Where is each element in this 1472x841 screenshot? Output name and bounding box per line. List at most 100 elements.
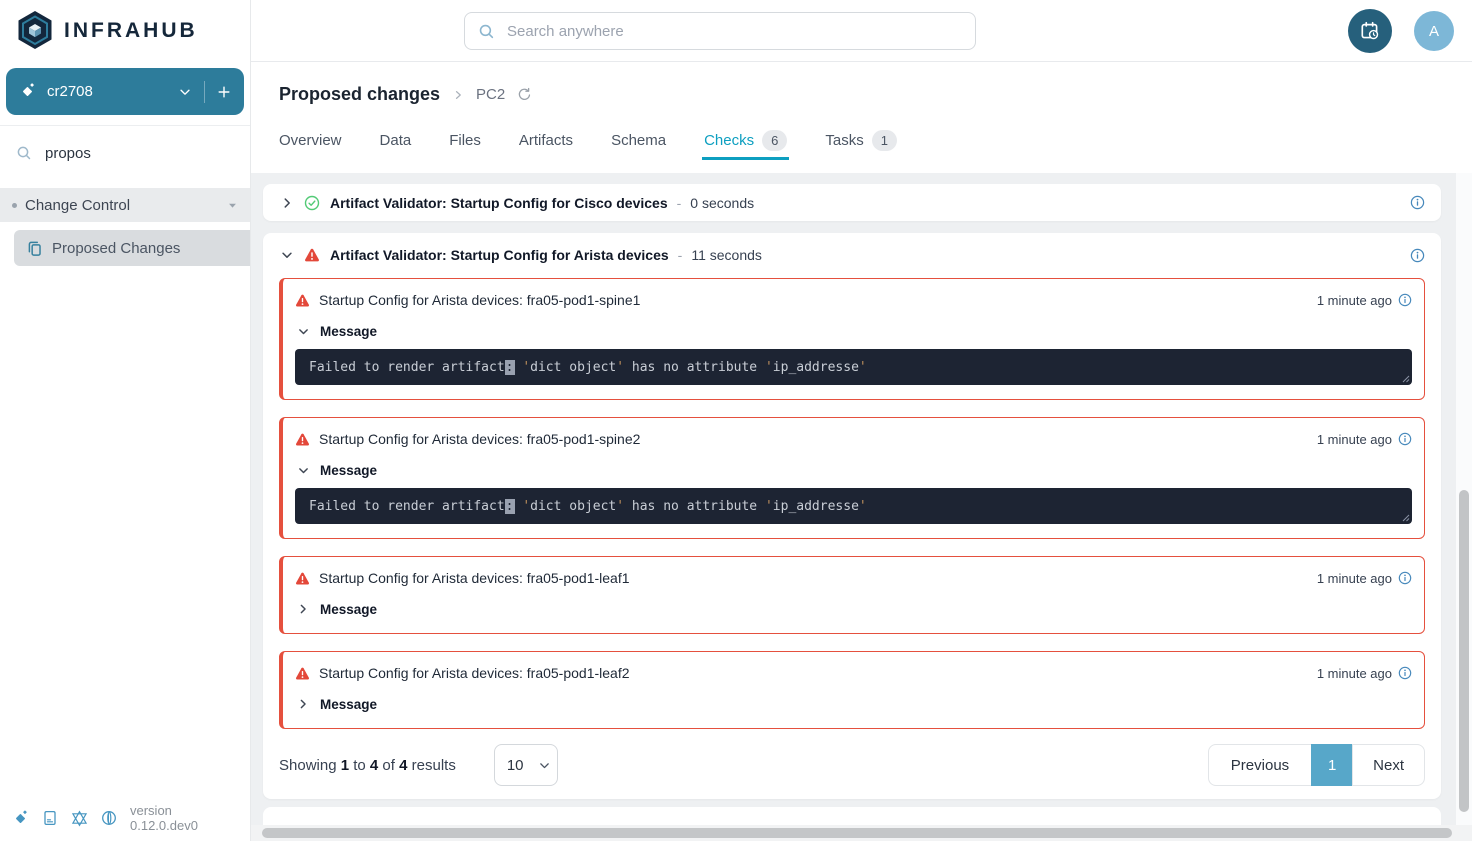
info-icon[interactable]: [1410, 195, 1425, 210]
sidebar: INFRAHUB cr2708: [0, 0, 251, 841]
message-toggle[interactable]: Message: [295, 460, 1412, 480]
message-toggle[interactable]: Message: [295, 694, 1412, 714]
check-title-row: Startup Config for Arista devices: fra05…: [295, 662, 1412, 684]
vertical-scrollbar[interactable]: [1456, 173, 1472, 825]
schedule-button[interactable]: [1348, 9, 1392, 53]
sidebar-item-proposed-changes[interactable]: Proposed Changes: [14, 230, 250, 266]
page-head: Proposed changes PC2 Overview Data Files…: [251, 62, 1472, 173]
validator-title: Artifact Validator: Startup Config for A…: [330, 247, 669, 263]
validator-row-arista[interactable]: Artifact Validator: Startup Config for A…: [279, 240, 1425, 270]
chevron-icon[interactable]: [295, 325, 311, 338]
previous-page-button[interactable]: Previous: [1208, 744, 1312, 786]
branch-diamond-icon[interactable]: [12, 810, 29, 827]
resize-grip-icon[interactable]: [1401, 513, 1410, 522]
check-time-wrap: 1 minute ago: [1317, 666, 1412, 681]
topbar: A: [251, 0, 1472, 62]
global-search[interactable]: [464, 12, 976, 50]
page-size-select[interactable]: 10: [494, 744, 558, 786]
tab-bar: Overview Data Files Artifacts Schema Che…: [279, 120, 897, 160]
tab-artifacts[interactable]: Artifacts: [519, 120, 573, 160]
docs-icon[interactable]: [42, 810, 58, 826]
graphql-icon[interactable]: [71, 810, 88, 827]
check-list: Startup Config for Arista devices: fra05…: [279, 278, 1425, 729]
sidebar-group-change-control[interactable]: Change Control: [0, 188, 250, 222]
check-title-row: Startup Config for Arista devices: fra05…: [295, 428, 1412, 450]
message-toggle[interactable]: Message: [295, 321, 1412, 341]
message-toggle-label: Message: [320, 697, 377, 712]
horizontal-scrollbar-thumb[interactable]: [262, 828, 1452, 838]
info-icon[interactable]: [1398, 666, 1412, 680]
check-time: 1 minute ago: [1317, 666, 1392, 681]
chevron-icon[interactable]: [297, 601, 310, 617]
tab-files[interactable]: Files: [449, 120, 481, 160]
global-search-input[interactable]: [505, 22, 962, 41]
message-toggle[interactable]: Message: [295, 599, 1412, 619]
breadcrumb-current: PC2: [476, 86, 505, 103]
search-icon: [478, 23, 495, 40]
checks-content: Artifact Validator: Startup Config for C…: [251, 173, 1456, 825]
check-message-block[interactable]: Failed to render artifact: 'dict object'…: [295, 349, 1412, 385]
active-tab-underline: [702, 157, 789, 160]
sidebar-search-input[interactable]: [43, 144, 246, 163]
chevron-right-icon[interactable]: [280, 195, 294, 211]
validator-row-cisco[interactable]: Artifact Validator: Startup Config for C…: [263, 184, 1441, 221]
chevron-down-icon[interactable]: [279, 248, 295, 262]
check-card: Startup Config for Arista devices: fra05…: [279, 278, 1425, 400]
breadcrumb: Proposed changes PC2: [251, 62, 1472, 105]
user-avatar[interactable]: A: [1414, 11, 1454, 51]
info-icon[interactable]: [1410, 248, 1425, 263]
chevron-down-icon: [227, 200, 238, 211]
message-toggle-label: Message: [320, 463, 377, 478]
pagination-buttons: Previous 1 Next: [1208, 744, 1425, 786]
check-message-block[interactable]: Failed to render artifact: 'dict object'…: [295, 488, 1412, 524]
tab-data[interactable]: Data: [380, 120, 412, 160]
proposed-changes-icon: [26, 240, 43, 257]
tab-checks[interactable]: Checks 6: [704, 120, 787, 160]
add-branch-button[interactable]: [217, 85, 231, 99]
tab-overview[interactable]: Overview: [279, 120, 342, 160]
tab-tasks[interactable]: Tasks 1: [825, 120, 897, 160]
pagination: Showing 1 to 4 of 4 results 10 Previous …: [279, 743, 1425, 787]
sidebar-group-label: Change Control: [25, 197, 130, 214]
check-time-wrap: 1 minute ago: [1317, 293, 1412, 308]
chevron-icon[interactable]: [295, 464, 311, 477]
version-label: version 0.12.0.dev0: [130, 803, 240, 833]
tab-label: Tasks: [825, 132, 863, 149]
tab-label: Artifacts: [519, 132, 573, 149]
validator-title: Artifact Validator: Startup Config for C…: [330, 195, 668, 211]
check-time-wrap: 1 minute ago: [1317, 432, 1412, 447]
refresh-icon[interactable]: [517, 87, 532, 102]
avatar-initial: A: [1429, 23, 1439, 40]
bullet-icon: [12, 203, 17, 208]
next-page-button[interactable]: Next: [1352, 744, 1425, 786]
current-page-button[interactable]: 1: [1311, 744, 1353, 786]
separator: -: [677, 195, 682, 211]
tab-label: Checks: [704, 132, 754, 149]
horizontal-scrollbar[interactable]: [251, 825, 1472, 841]
error-warning-icon: [295, 571, 310, 586]
chevron-right-icon: [452, 89, 464, 101]
info-icon[interactable]: [1398, 293, 1412, 307]
validator-container-arista: Artifact Validator: Startup Config for A…: [263, 233, 1441, 799]
error-warning-icon: [295, 432, 310, 447]
chevron-icon[interactable]: [297, 696, 310, 712]
error-warning-icon: [304, 247, 320, 263]
tab-label: Overview: [279, 132, 342, 149]
info-icon[interactable]: [1398, 432, 1412, 446]
info-icon[interactable]: [1398, 571, 1412, 585]
calendar-clock-icon: [1359, 20, 1381, 42]
check-time-wrap: 1 minute ago: [1317, 571, 1412, 586]
page-title[interactable]: Proposed changes: [279, 84, 440, 105]
resize-grip-icon[interactable]: [1401, 374, 1410, 383]
tab-label: Data: [380, 132, 412, 149]
branch-icon: [19, 83, 36, 100]
app-window: INFRAHUB cr2708: [0, 0, 1472, 841]
tab-schema[interactable]: Schema: [611, 120, 666, 160]
branch-selector-button[interactable]: cr2708: [6, 68, 244, 115]
message-toggle-label: Message: [320, 602, 377, 617]
vertical-scrollbar-thumb[interactable]: [1459, 490, 1469, 812]
api-globe-icon[interactable]: [101, 810, 117, 826]
check-title: Startup Config for Arista devices: fra05…: [319, 665, 630, 681]
divider: [204, 81, 205, 103]
brand-logo[interactable]: INFRAHUB: [0, 0, 250, 52]
